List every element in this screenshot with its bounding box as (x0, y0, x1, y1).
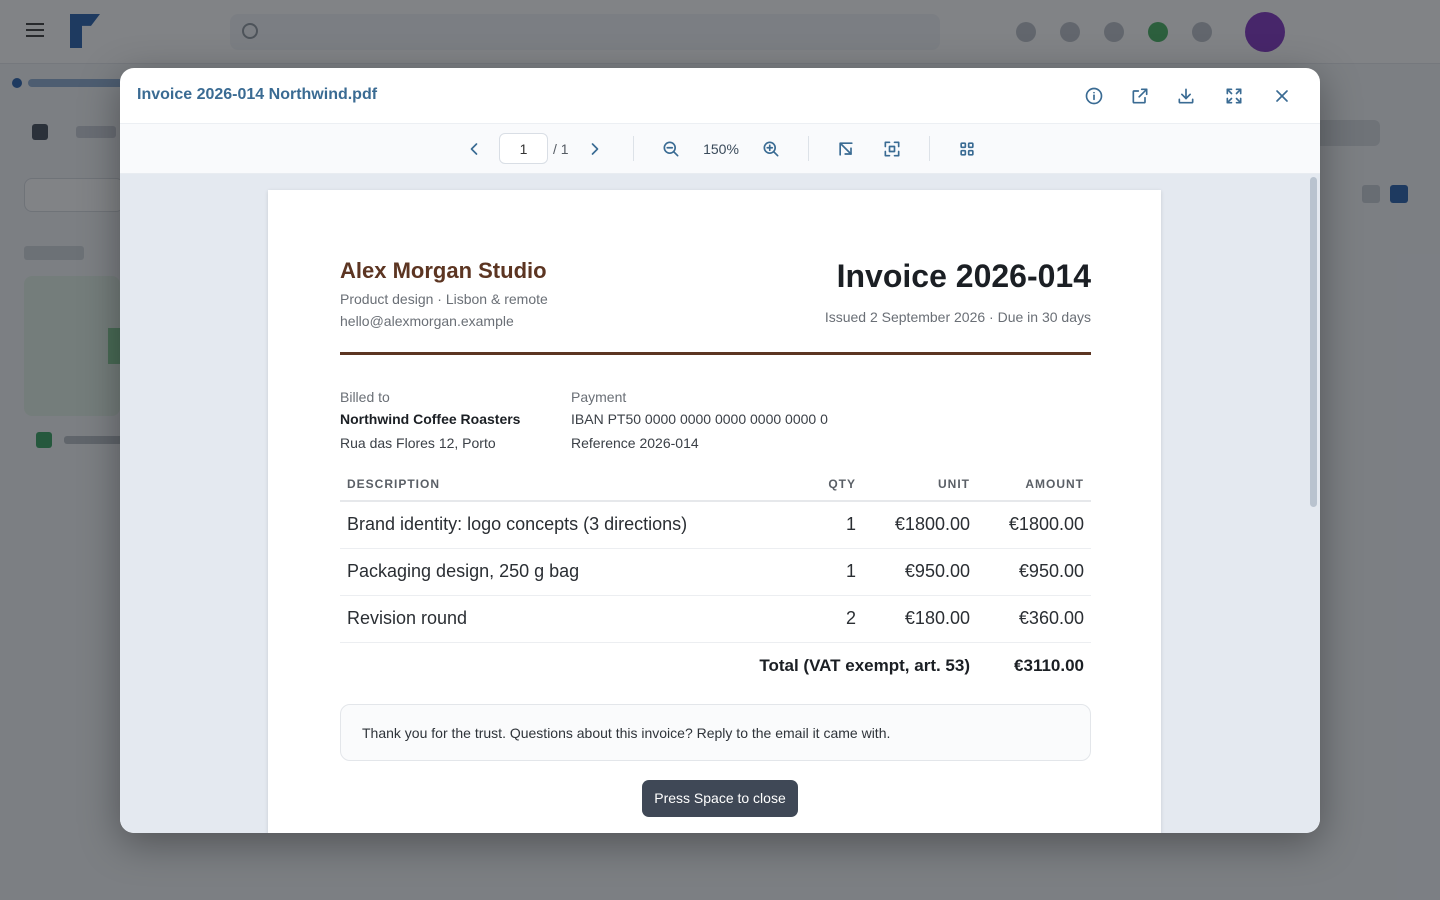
table-row: Revision round 2 €180.00 €360.00 (340, 595, 1091, 643)
zoom-out-icon (663, 141, 679, 157)
column-qty: QTY (783, 468, 863, 502)
thank-you-note: Thank you for the trust. Questions about… (340, 704, 1091, 761)
column-unit: UNIT (863, 468, 977, 502)
download-icon (1178, 88, 1194, 104)
fit-page-button[interactable] (880, 137, 904, 161)
external-link-icon (1132, 88, 1148, 104)
item-qty: 1 (783, 501, 863, 549)
invoice-title: Invoice 2026-014 (836, 258, 1091, 294)
payment-label: Payment (571, 389, 627, 405)
invoice-page: Alex Morgan Studio Product design · Lisb… (268, 190, 1161, 833)
grid-icon (960, 142, 974, 156)
file-title: Invoice 2026-014 Northwind.pdf (137, 86, 378, 103)
studio-tagline: Product design · Lisbon & remote (340, 291, 548, 307)
open-external-button[interactable] (1128, 84, 1152, 108)
download-button[interactable] (1174, 84, 1198, 108)
note-text: Thank you for the trust. Questions about… (362, 725, 891, 741)
billed-to-label: Billed to (340, 389, 390, 405)
column-amount: AMOUNT (977, 468, 1091, 502)
page-number-input[interactable] (499, 133, 548, 164)
table-header-row: DESCRIPTION QTY UNIT AMOUNT (340, 468, 1091, 502)
item-unit: €180.00 (863, 595, 977, 643)
fit-width-button[interactable] (834, 137, 858, 161)
fullscreen-button[interactable] (1222, 84, 1246, 108)
close-hint: Press Space to close (642, 780, 798, 817)
item-qty: 2 (783, 595, 863, 643)
invoice-dates: Issued 2 September 2026 · Due in 30 days (824, 309, 1091, 325)
item-description: Brand identity: logo concepts (3 directi… (340, 501, 783, 549)
item-amount: €360.00 (977, 595, 1091, 643)
close-button[interactable] (1270, 84, 1294, 108)
info-icon (1085, 87, 1103, 105)
zoom-level[interactable]: 150% (699, 141, 743, 157)
toolbar-divider (929, 136, 930, 161)
close-icon (1276, 90, 1288, 102)
zoom-in-icon (763, 141, 779, 157)
info-button[interactable] (1082, 84, 1106, 108)
line-items-table: DESCRIPTION QTY UNIT AMOUNT Brand identi… (340, 468, 1091, 689)
page-total: / 1 (553, 141, 569, 157)
studio-name: Alex Morgan Studio (340, 258, 547, 283)
column-description: DESCRIPTION (340, 468, 783, 502)
document-viewer[interactable]: Alex Morgan Studio Product design · Lisb… (120, 174, 1320, 833)
toolbar-divider (808, 136, 809, 161)
table-row: Packaging design, 250 g bag 1 €950.00 €9… (340, 548, 1091, 596)
item-description: Packaging design, 250 g bag (340, 548, 783, 596)
total-label: Total (VAT exempt, art. 53) (759, 655, 970, 675)
chevron-left-icon (470, 143, 478, 155)
total-row: Total (VAT exempt, art. 53) €3110.00 (340, 642, 1091, 689)
item-amount: €950.00 (977, 548, 1091, 596)
item-amount: €1800.00 (977, 501, 1091, 549)
item-qty: 1 (783, 548, 863, 596)
viewer-toolbar: / 1 150% (120, 124, 1320, 174)
fit-width-icon (839, 142, 853, 156)
total-amount: €3110.00 (1014, 655, 1084, 675)
studio-email: hello@alexmorgan.example (340, 313, 514, 329)
item-unit: €1800.00 (863, 501, 977, 549)
client-address: Rua das Flores 12, Porto (340, 435, 496, 451)
item-unit: €950.00 (863, 548, 977, 596)
pdf-preview-modal: Invoice 2026-014 Northwind.pdf / 1 150 (120, 68, 1320, 833)
chevron-right-icon (591, 143, 599, 155)
client-name: Northwind Coffee Roasters (340, 411, 521, 427)
table-row: Brand identity: logo concepts (3 directi… (340, 501, 1091, 549)
viewer-scrollbar[interactable] (1310, 177, 1317, 507)
zoom-in-button[interactable] (759, 137, 783, 161)
toolbar-divider (633, 136, 634, 161)
fit-page-icon (884, 141, 900, 157)
zoom-out-button[interactable] (659, 137, 683, 161)
thumbnails-button[interactable] (955, 137, 979, 161)
header-divider (340, 352, 1091, 355)
next-page-button[interactable] (583, 137, 607, 161)
fullscreen-icon (1226, 88, 1242, 104)
modal-header: Invoice 2026-014 Northwind.pdf (120, 68, 1320, 124)
payment-reference: Reference 2026-014 (571, 435, 699, 451)
item-description: Revision round (340, 595, 783, 643)
payment-iban: IBAN PT50 0000 0000 0000 0000 0000 0 (571, 411, 828, 427)
previous-page-button[interactable] (462, 137, 486, 161)
